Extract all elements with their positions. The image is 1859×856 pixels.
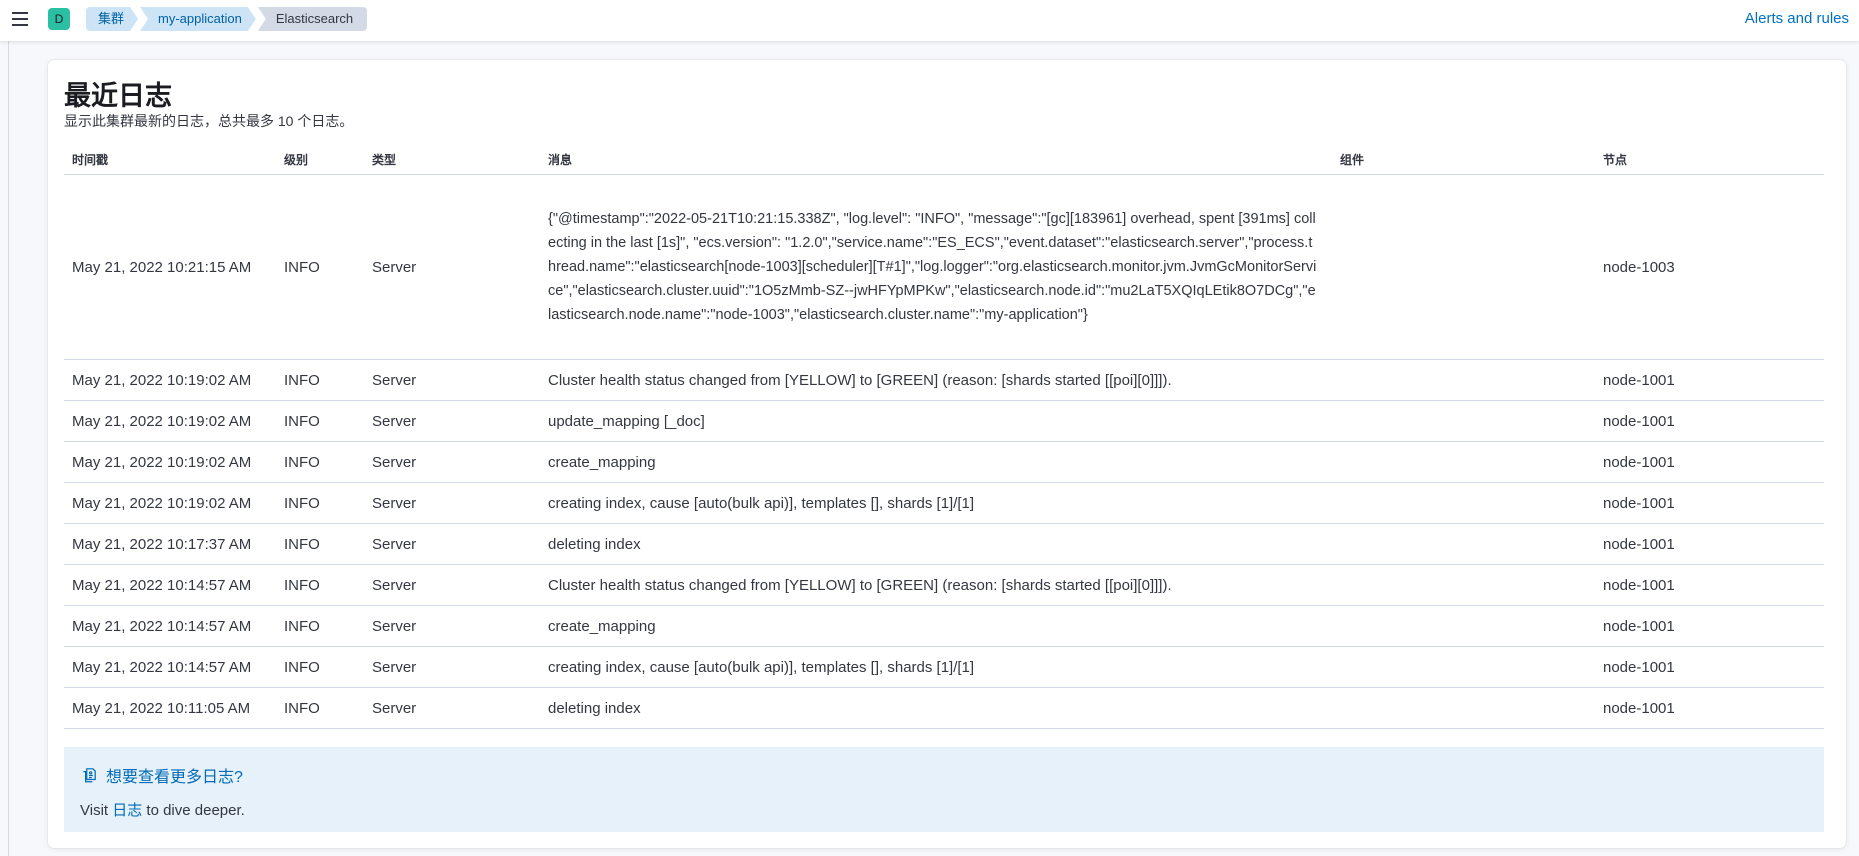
- cell-node: node-1001: [1595, 564, 1824, 606]
- cell-level: INFO: [276, 441, 364, 483]
- space-avatar[interactable]: D: [48, 8, 70, 30]
- recent-logs-panel: 最近日志 显示此集群最新的日志，总共最多 10 个日志。 时间戳 级别 类型 消…: [48, 60, 1846, 848]
- cell-message: create_mapping: [540, 605, 1332, 647]
- cell-level: INFO: [276, 359, 364, 401]
- cell-node: node-1001: [1595, 482, 1824, 524]
- table-header-row: 时间戳 级别 类型 消息 组件 节点: [64, 144, 1824, 175]
- logs-table: 时间戳 级别 类型 消息 组件 节点 May 21, 2022 10:21:15…: [64, 144, 1824, 729]
- cell-component: [1332, 605, 1595, 647]
- cell-component: [1332, 441, 1595, 483]
- cell-level: INFO: [276, 646, 364, 688]
- cell-timestamp: May 21, 2022 10:11:05 AM: [64, 687, 276, 729]
- table-row: May 21, 2022 10:19:02 AM INFO Server upd…: [64, 400, 1824, 442]
- table-row: May 21, 2022 10:21:15 AM INFO Server {"@…: [64, 174, 1824, 360]
- top-header: D 集群 my-application Elasticsearch Alerts…: [0, 0, 1859, 41]
- callout-text-after: to dive deeper.: [142, 802, 245, 819]
- logs-link[interactable]: 日志: [112, 802, 142, 819]
- callout-title: 想要查看更多日志?: [80, 763, 1808, 787]
- cell-type: Server: [364, 174, 540, 360]
- cell-message: deleting index: [540, 523, 1332, 565]
- cell-type: Server: [364, 646, 540, 688]
- cell-type: Server: [364, 605, 540, 647]
- cell-timestamp: May 21, 2022 10:14:57 AM: [64, 646, 276, 688]
- column-header-node: 节点: [1595, 144, 1824, 175]
- cell-level: INFO: [276, 174, 364, 360]
- cell-component: [1332, 687, 1595, 729]
- cell-node: node-1001: [1595, 605, 1824, 647]
- cell-type: Server: [364, 441, 540, 483]
- cell-node: node-1003: [1595, 174, 1824, 360]
- table-row: May 21, 2022 10:14:57 AM INFO Server Clu…: [64, 564, 1824, 606]
- breadcrumb: 集群 my-application Elasticsearch: [86, 7, 369, 31]
- table-row: May 21, 2022 10:19:02 AM INFO Server cre…: [64, 441, 1824, 483]
- column-header-level: 级别: [276, 144, 364, 175]
- alerts-and-rules-link[interactable]: Alerts and rules: [1745, 10, 1849, 27]
- logs-app-icon: [83, 768, 96, 783]
- table-row: May 21, 2022 10:14:57 AM INFO Server cre…: [64, 605, 1824, 647]
- cell-node: node-1001: [1595, 359, 1824, 401]
- cell-type: Server: [364, 564, 540, 606]
- cell-message: Cluster health status changed from [YELL…: [540, 359, 1332, 401]
- cell-level: INFO: [276, 400, 364, 442]
- cell-node: node-1001: [1595, 646, 1824, 688]
- cell-timestamp: May 21, 2022 10:14:57 AM: [64, 564, 276, 606]
- cell-component: [1332, 564, 1595, 606]
- cell-type: Server: [364, 400, 540, 442]
- table-row: May 21, 2022 10:14:57 AM INFO Server cre…: [64, 646, 1824, 688]
- cell-component: [1332, 400, 1595, 442]
- cell-node: node-1001: [1595, 687, 1824, 729]
- cell-timestamp: May 21, 2022 10:21:15 AM: [64, 174, 276, 360]
- cell-message: Cluster health status changed from [YELL…: [540, 564, 1332, 606]
- more-logs-callout: 想要查看更多日志? Visit 日志 to dive deeper.: [64, 747, 1824, 832]
- cell-level: INFO: [276, 482, 364, 524]
- cell-component: [1332, 646, 1595, 688]
- cell-node: node-1001: [1595, 400, 1824, 442]
- callout-text-before: Visit: [80, 802, 113, 819]
- cell-component: [1332, 523, 1595, 565]
- cell-component: [1332, 482, 1595, 524]
- cell-type: Server: [364, 359, 540, 401]
- cell-timestamp: May 21, 2022 10:19:02 AM: [64, 441, 276, 483]
- cell-level: INFO: [276, 523, 364, 565]
- breadcrumb-current: Elasticsearch: [257, 7, 368, 31]
- cell-type: Server: [364, 687, 540, 729]
- cell-level: INFO: [276, 564, 364, 606]
- cell-timestamp: May 21, 2022 10:19:02 AM: [64, 400, 276, 442]
- cell-timestamp: May 21, 2022 10:17:37 AM: [64, 523, 276, 565]
- table-row: May 21, 2022 10:17:37 AM INFO Server del…: [64, 523, 1824, 565]
- table-row: May 21, 2022 10:19:02 AM INFO Server cre…: [64, 482, 1824, 524]
- cell-message: update_mapping [_doc]: [540, 400, 1332, 442]
- cell-component: [1332, 359, 1595, 401]
- cell-node: node-1001: [1595, 523, 1824, 565]
- table-row: May 21, 2022 10:19:02 AM INFO Server Clu…: [64, 359, 1824, 401]
- callout-body: Visit 日志 to dive deeper.: [80, 799, 1808, 820]
- cell-message: create_mapping: [540, 441, 1332, 483]
- cell-level: INFO: [276, 605, 364, 647]
- breadcrumb-cluster[interactable]: my-application: [140, 7, 256, 31]
- menu-icon[interactable]: [8, 7, 32, 31]
- cell-component: [1332, 174, 1595, 360]
- cell-level: INFO: [276, 687, 364, 729]
- cell-message: deleting index: [540, 687, 1332, 729]
- column-header-timestamp: 时间戳: [64, 144, 276, 175]
- cell-node: node-1001: [1595, 441, 1824, 483]
- breadcrumb-clusters[interactable]: 集群: [86, 7, 138, 31]
- page-title: 最近日志: [64, 81, 172, 111]
- panel-description: 显示此集群最新的日志，总共最多 10 个日志。: [64, 113, 354, 129]
- cell-message: {"@timestamp":"2022-05-21T10:21:15.338Z"…: [540, 174, 1332, 360]
- callout-title-text: 想要查看更多日志?: [106, 769, 243, 786]
- cell-message: creating index, cause [auto(bulk api)], …: [540, 646, 1332, 688]
- column-header-type: 类型: [364, 144, 540, 175]
- cell-timestamp: May 21, 2022 10:19:02 AM: [64, 359, 276, 401]
- cell-timestamp: May 21, 2022 10:19:02 AM: [64, 482, 276, 524]
- column-header-component: 组件: [1332, 144, 1595, 175]
- table-row: May 21, 2022 10:11:05 AM INFO Server del…: [64, 687, 1824, 729]
- cell-type: Server: [364, 523, 540, 565]
- message-text: {"@timestamp":"2022-05-21T10:21:15.338Z"…: [548, 211, 1317, 323]
- cell-timestamp: May 21, 2022 10:14:57 AM: [64, 605, 276, 647]
- cell-message: creating index, cause [auto(bulk api)], …: [540, 482, 1332, 524]
- cell-type: Server: [364, 482, 540, 524]
- side-divider: [8, 41, 9, 856]
- column-header-message: 消息: [540, 144, 1332, 175]
